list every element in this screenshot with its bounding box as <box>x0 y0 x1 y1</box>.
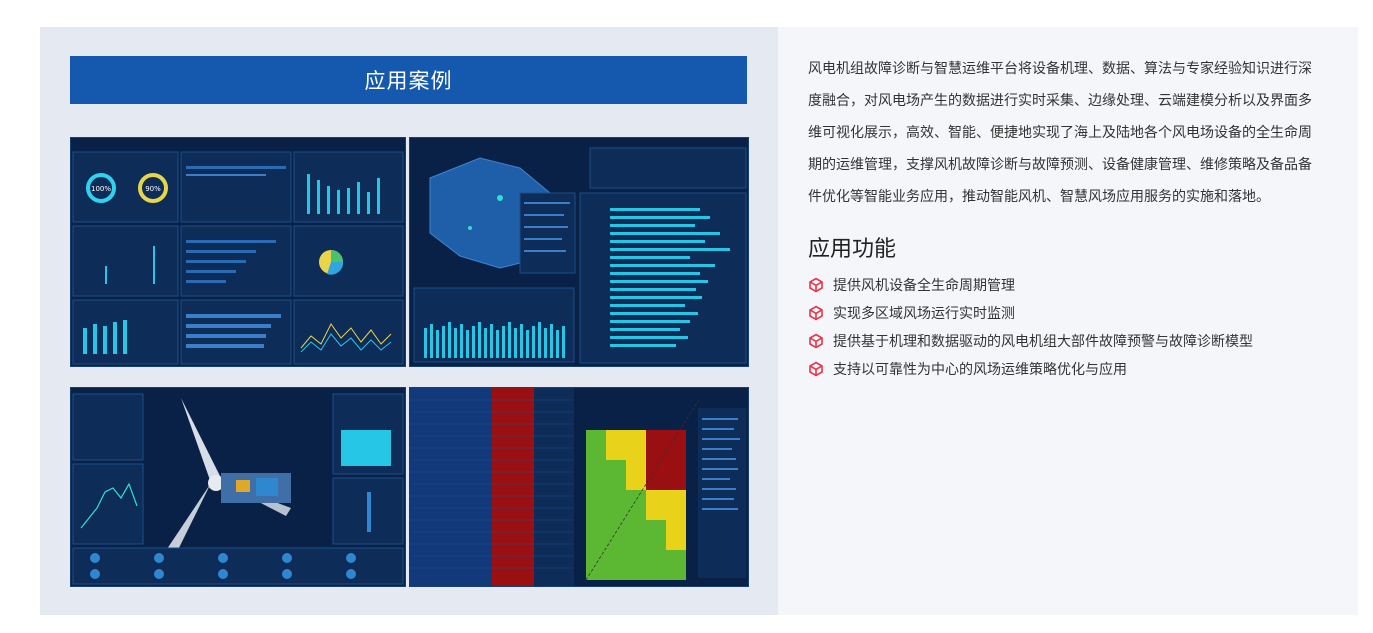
dashboard-screenshot-risk-matrix[interactable] <box>409 387 749 587</box>
dashboard-screenshot-turbine[interactable] <box>70 387 406 587</box>
function-item: 支持以可靠性为中心的风场运维策略优化与应用 <box>808 357 1358 381</box>
dashboard-screenshot-map[interactable] <box>409 137 749 367</box>
function-item: 提供基于机理和数据驱动的风电机组大部件故障预警与故障诊断模型 <box>808 329 1358 353</box>
function-item-label: 实现多区域风场运行实时监测 <box>833 306 1015 322</box>
function-item: 实现多区域风场运行实时监测 <box>808 301 1358 325</box>
gauge-b-label: 90% <box>145 185 161 193</box>
intro-paragraph: 风电机组故障诊断与智慧运维平台将设备机理、数据、算法与专家经验知识进行深度融合，… <box>808 61 1312 205</box>
functions-title: 应用功能 <box>808 237 897 262</box>
dashboard-map-image <box>410 138 748 366</box>
case-gallery: 应用案例 100% 90% <box>40 27 778 615</box>
function-item-label: 支持以可靠性为中心的风场运维策略优化与应用 <box>833 362 1127 378</box>
section-title: 应用案例 <box>70 56 747 104</box>
function-item: 提供风机设备全生命周期管理 <box>808 273 1358 297</box>
cube-icon <box>809 305 823 321</box>
dashboard-turbine-image <box>71 388 405 586</box>
dashboard-overview-image: 100% 90% <box>71 138 405 366</box>
function-item-label: 提供风机设备全生命周期管理 <box>833 278 1015 294</box>
cube-icon <box>809 333 823 349</box>
cube-icon <box>809 277 823 293</box>
dashboard-risk-matrix-image <box>410 388 748 586</box>
gauge-a-label: 100% <box>91 185 111 193</box>
description-panel: 风电机组故障诊断与智慧运维平台将设备机理、数据、算法与专家经验知识进行深度融合，… <box>778 27 1358 615</box>
application-case-card: 应用案例 100% 90% 风电机组故障诊断与智慧运维平台将设备机理、数据、算法… <box>40 27 1358 615</box>
dashboard-screenshot-overview[interactable]: 100% 90% <box>70 137 406 367</box>
function-item-label: 提供基于机理和数据驱动的风电机组大部件故障预警与故障诊断模型 <box>833 334 1253 350</box>
functions-list: 提供风机设备全生命周期管理 实现多区域风场运行实时监测 提供基于机理和数据驱动的… <box>808 273 1358 381</box>
cube-icon <box>809 361 823 377</box>
